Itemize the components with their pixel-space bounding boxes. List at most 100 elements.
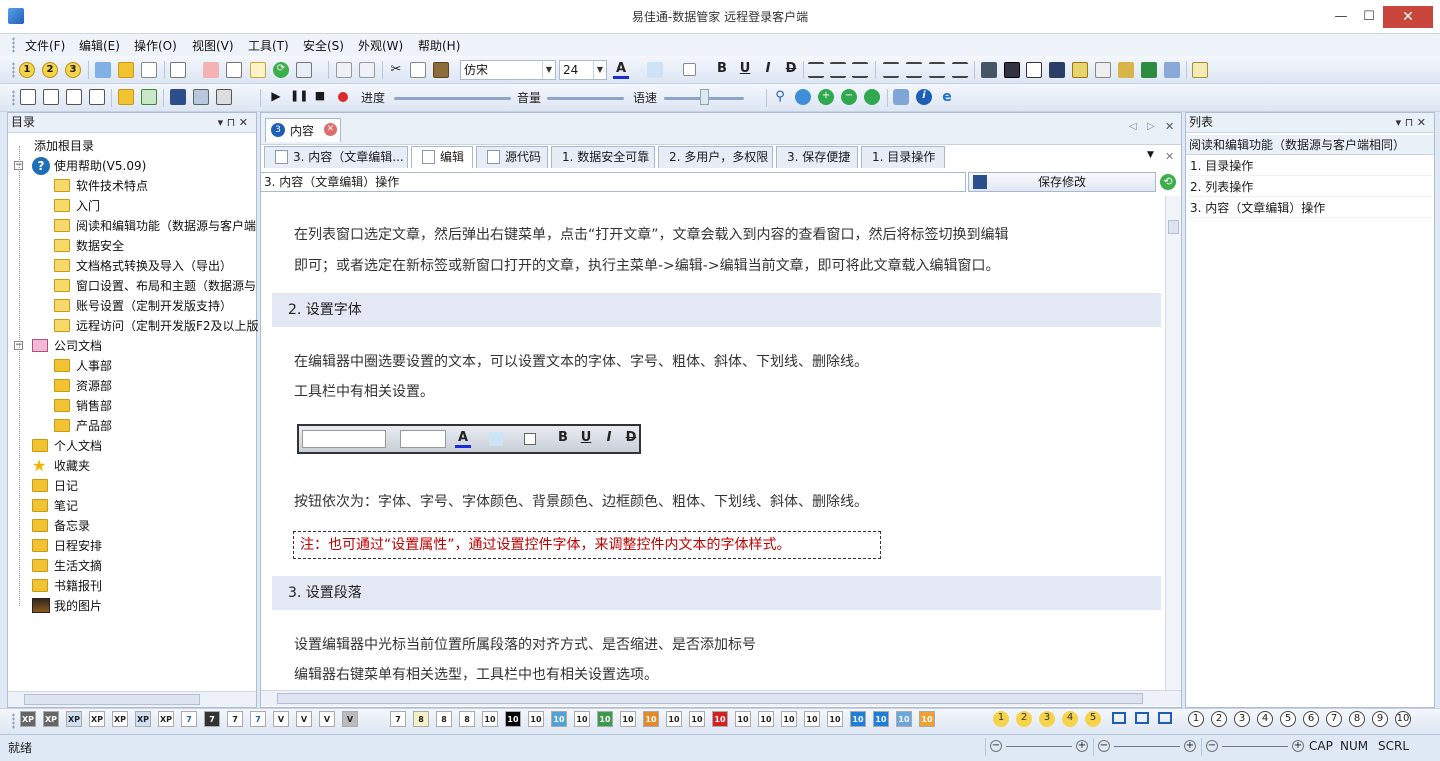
background-color-icon[interactable] xyxy=(647,62,663,78)
speed-slider-thumb[interactable] xyxy=(700,89,709,105)
tree-node[interactable]: 数据安全 xyxy=(8,236,256,256)
subtab-source[interactable]: 源代码 xyxy=(476,146,548,168)
color-preset-button[interactable]: 10 xyxy=(666,711,682,727)
color-preset-button[interactable]: 10 xyxy=(620,711,636,727)
menu-security[interactable]: 安全(S) xyxy=(303,37,344,54)
tree-node[interactable]: 我的图片 xyxy=(8,596,256,616)
font-size-select[interactable]: 24 ▼ xyxy=(559,60,607,80)
subtab-close-icon[interactable]: ✕ xyxy=(1165,150,1174,163)
layout-3-button[interactable]: 3 xyxy=(65,62,81,78)
new-file-icon[interactable] xyxy=(20,89,36,105)
window-number-button[interactable]: 7 xyxy=(1326,711,1342,727)
tree-node[interactable]: − 公司文档 xyxy=(8,336,256,356)
toolbar-grip[interactable] xyxy=(12,90,15,106)
tree-node[interactable]: 窗口设置、布局和主题（数据源与 xyxy=(8,276,256,296)
window-number-button[interactable]: 9 xyxy=(1372,711,1388,727)
window-number-button[interactable]: 1 xyxy=(1188,711,1204,727)
list-doc-icon[interactable] xyxy=(89,89,105,105)
options-icon[interactable] xyxy=(1192,62,1208,78)
menu-help[interactable]: 帮助(H) xyxy=(418,37,460,54)
color-preset-button[interactable]: 7 xyxy=(390,711,406,727)
tree-node[interactable]: −? 使用帮助(V5.09) xyxy=(8,156,256,176)
color-preset-button[interactable]: 10 xyxy=(505,711,521,727)
style-preset-button[interactable]: 7 xyxy=(250,711,266,727)
menubar-grip[interactable] xyxy=(12,37,15,53)
pane-controls[interactable]: ▾ ⊓ ✕ xyxy=(218,113,248,132)
align-center-icon[interactable] xyxy=(830,62,846,78)
maximize-button[interactable]: ☐ xyxy=(1355,6,1383,28)
window-number-button[interactable]: 2 xyxy=(1211,711,1227,727)
subtab-security[interactable]: 1. 数据安全可靠 xyxy=(551,146,655,168)
paste-icon[interactable] xyxy=(433,62,449,78)
history-refresh-icon[interactable]: ⟲ xyxy=(1160,174,1176,190)
layout-preset-button[interactable]: 2 xyxy=(1016,711,1032,727)
tree-node[interactable]: 生活文摘 xyxy=(8,556,256,576)
style-preset-button[interactable]: 7 xyxy=(227,711,243,727)
style-preset-button[interactable]: 7 xyxy=(204,711,220,727)
tree-node[interactable]: 销售部 xyxy=(8,396,256,416)
tree-node[interactable]: 软件技术特点 xyxy=(8,176,256,196)
history-icon[interactable] xyxy=(795,89,811,105)
tree-node[interactable]: 资源部 xyxy=(8,376,256,396)
close-tab-icon[interactable]: ✕ xyxy=(324,123,337,136)
media-icon[interactable] xyxy=(1141,62,1157,78)
layout-2-button[interactable]: 2 xyxy=(42,62,58,78)
text-view-icon[interactable] xyxy=(141,62,157,78)
tools-icon[interactable] xyxy=(1164,62,1180,78)
style-preset-button[interactable]: V xyxy=(342,711,358,727)
color-preset-button[interactable]: 10 xyxy=(551,711,567,727)
tree-node[interactable]: 添加根目录 xyxy=(8,136,256,156)
subtab-catalog-ops[interactable]: 1. 目录操作 xyxy=(861,146,945,168)
save-as-icon[interactable] xyxy=(193,89,209,105)
style-preset-button[interactable]: XP xyxy=(89,711,105,727)
tree-node[interactable]: 日程安排 xyxy=(8,536,256,556)
layout-preset-button[interactable]: 5 xyxy=(1085,711,1101,727)
copy-icon[interactable] xyxy=(410,62,426,78)
article-title-input[interactable]: 3. 内容（文章编辑）操作 xyxy=(260,172,966,192)
zoom-track[interactable] xyxy=(1222,746,1288,747)
subtab-edit[interactable]: 编辑 xyxy=(411,146,473,168)
color-preset-button[interactable]: 10 xyxy=(850,711,866,727)
zoom-in-icon[interactable]: + xyxy=(1184,740,1196,752)
menu-appearance[interactable]: 外观(W) xyxy=(358,37,403,54)
doc-tab-content[interactable]: 3 内容 ✕ xyxy=(265,118,341,142)
color-preset-button[interactable]: 10 xyxy=(827,711,843,727)
style-preset-button[interactable]: XP xyxy=(135,711,151,727)
color-preset-button[interactable]: 10 xyxy=(781,711,797,727)
style-preset-button[interactable]: V xyxy=(273,711,289,727)
refresh-icon[interactable]: ⟳ xyxy=(273,62,289,78)
menu-file[interactable]: 文件(F) xyxy=(25,37,65,54)
style-preset-button[interactable]: V xyxy=(319,711,335,727)
editor-vscrollbar[interactable] xyxy=(1165,196,1181,690)
window-number-button[interactable]: 4 xyxy=(1257,711,1273,727)
numbered-list-icon[interactable] xyxy=(883,62,899,78)
zoom-in-icon[interactable]: + xyxy=(1076,740,1088,752)
tree-node[interactable]: 文档格式转换及导入（导出） xyxy=(8,256,256,276)
pane-controls[interactable]: ▾ ⊓ ✕ xyxy=(1396,113,1426,132)
browser-icon[interactable]: e xyxy=(939,89,955,105)
tree-node[interactable]: 个人文档 xyxy=(8,436,256,456)
style-preset-button[interactable]: XP xyxy=(43,711,59,727)
tree-node[interactable]: 日记 xyxy=(8,476,256,496)
subtab-menu-icon[interactable]: ▼ xyxy=(1147,150,1154,160)
editor-hscrollbar[interactable] xyxy=(261,690,1181,706)
print-icon[interactable] xyxy=(216,89,232,105)
tree-hscrollbar[interactable] xyxy=(8,691,256,707)
edit-icon[interactable] xyxy=(1095,62,1111,78)
tree-node[interactable]: 书籍报刊 xyxy=(8,576,256,596)
style-preset-button[interactable]: XP xyxy=(158,711,174,727)
zoom-in-icon[interactable]: + xyxy=(1292,740,1304,752)
zoom-control-1[interactable]: − + xyxy=(985,738,1089,756)
move-down-icon[interactable] xyxy=(359,62,375,78)
toolbar-grip[interactable] xyxy=(12,713,15,729)
layers-icon[interactable] xyxy=(1049,62,1065,78)
window-number-button[interactable]: 6 xyxy=(1303,711,1319,727)
zoom-track[interactable] xyxy=(1114,746,1180,747)
zoom-control-2[interactable]: − + xyxy=(1093,738,1197,756)
subtab-content-view[interactable]: 3. 内容（文章编辑... xyxy=(264,146,408,168)
tab-scroll-right-icon[interactable]: ▷ xyxy=(1147,121,1155,132)
tree-node[interactable]: 笔记 xyxy=(8,496,256,516)
save-changes-button[interactable]: 保存修改 xyxy=(968,172,1156,192)
style-preset-button[interactable]: XP xyxy=(66,711,82,727)
zoom-out-icon[interactable]: − xyxy=(841,89,857,105)
